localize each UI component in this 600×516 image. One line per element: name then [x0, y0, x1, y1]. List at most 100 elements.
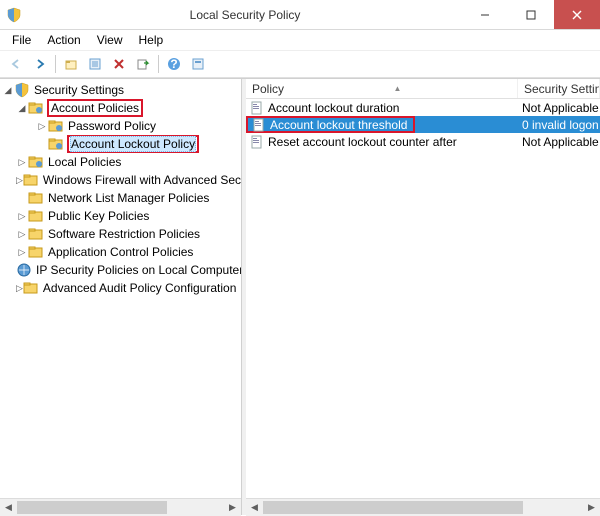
policy-folder-icon: [28, 154, 44, 170]
tree-account-policies[interactable]: ◢ Account Policies: [0, 99, 241, 117]
tree-label: Application Control Policies: [47, 245, 194, 259]
tree-label: Account Policies: [50, 101, 140, 115]
expand-icon[interactable]: ▷: [16, 229, 28, 240]
tree-password-policy[interactable]: ▷ Password Policy: [0, 117, 241, 135]
scroll-right-button[interactable]: ▶: [583, 499, 600, 516]
expand-icon[interactable]: ▷: [36, 121, 48, 132]
collapse-icon[interactable]: ◢: [2, 85, 14, 96]
folder-icon: [28, 226, 44, 242]
tree-root[interactable]: ◢ Security Settings: [0, 81, 241, 99]
properties-button[interactable]: [84, 53, 106, 75]
scroll-left-button[interactable]: ◀: [0, 499, 17, 516]
tree-label: Public Key Policies: [47, 209, 150, 223]
menu-action[interactable]: Action: [39, 31, 88, 49]
tree-local-policies[interactable]: ▷ Local Policies: [0, 153, 241, 171]
app-icon: [6, 7, 22, 23]
menu-file[interactable]: File: [4, 31, 39, 49]
expand-icon[interactable]: ▷: [16, 247, 28, 258]
highlight-box: Account lockout threshold: [246, 116, 415, 133]
minimize-button[interactable]: [462, 0, 508, 29]
policy-value: Not Applicable: [518, 101, 600, 115]
tree-ip-security[interactable]: IP Security Policies on Local Computer: [0, 261, 241, 279]
expand-icon[interactable]: ▷: [16, 283, 23, 294]
tree-label: Account Lockout Policy: [70, 136, 196, 152]
menu-view[interactable]: View: [89, 31, 131, 49]
help-button[interactable]: ?: [163, 53, 185, 75]
tree-public-key[interactable]: ▷ Public Key Policies: [0, 207, 241, 225]
column-policy[interactable]: Policy ▲: [246, 79, 518, 98]
list-row[interactable]: Reset account lockout counter after Not …: [246, 133, 600, 150]
folder-icon: [23, 280, 39, 296]
title-bar: Local Security Policy: [0, 0, 600, 30]
policy-item-icon: [249, 134, 265, 150]
folder-icon: [28, 190, 44, 206]
policy-item-icon: [251, 117, 267, 133]
column-security-setting[interactable]: Security Setting: [518, 79, 600, 98]
tree-label: Windows Firewall with Advanced Security: [42, 173, 241, 187]
main-content: ◢ Security Settings ◢ Account Policies ▷…: [0, 78, 600, 515]
tree-advanced-audit[interactable]: ▷ Advanced Audit Policy Configuration: [0, 279, 241, 297]
policy-item-icon: [249, 100, 265, 116]
collapse-icon[interactable]: ◢: [16, 103, 28, 114]
tree-view[interactable]: ◢ Security Settings ◢ Account Policies ▷…: [0, 79, 241, 498]
window-controls: [462, 0, 600, 29]
expand-icon[interactable]: ▷: [16, 175, 23, 186]
tree-label: Password Policy: [67, 119, 157, 133]
folder-icon: [23, 172, 39, 188]
sort-ascending-icon: ▲: [394, 84, 402, 93]
scroll-track[interactable]: [263, 499, 583, 516]
highlight-box: Account Policies: [47, 99, 143, 117]
scroll-thumb[interactable]: [263, 501, 523, 514]
tree-label: IP Security Policies on Local Computer: [35, 263, 241, 277]
menu-help[interactable]: Help: [131, 31, 172, 49]
up-button[interactable]: [60, 53, 82, 75]
tree-account-lockout-policy[interactable]: Account Lockout Policy: [0, 135, 241, 153]
maximize-button[interactable]: [508, 0, 554, 29]
back-button[interactable]: [5, 53, 27, 75]
column-label: Security Setting: [524, 82, 600, 96]
policy-name: Reset account lockout counter after: [268, 135, 518, 149]
refresh-button[interactable]: [187, 53, 209, 75]
tree-network-list[interactable]: Network List Manager Policies: [0, 189, 241, 207]
scroll-thumb[interactable]: [17, 501, 167, 514]
column-label: Policy: [252, 82, 284, 96]
tree-label: Local Policies: [47, 155, 122, 169]
tree-label: Software Restriction Policies: [47, 227, 201, 241]
folder-icon: [28, 208, 44, 224]
export-button[interactable]: [132, 53, 154, 75]
policy-value: 0 invalid logon attempts: [518, 118, 600, 132]
tree-label: Security Settings: [33, 83, 125, 97]
list-row[interactable]: Account lockout duration Not Applicable: [246, 99, 600, 116]
expand-icon[interactable]: ▷: [16, 211, 28, 222]
window-title: Local Security Policy: [28, 8, 462, 22]
list-horizontal-scrollbar[interactable]: ◀ ▶: [246, 498, 600, 515]
scroll-left-button[interactable]: ◀: [246, 499, 263, 516]
forward-button[interactable]: [29, 53, 51, 75]
tree-label: Advanced Audit Policy Configuration: [42, 281, 237, 295]
highlight-box: Account Lockout Policy: [67, 135, 199, 153]
policy-name: Account lockout duration: [268, 101, 518, 115]
list-header: Policy ▲ Security Setting: [246, 79, 600, 99]
list-body: Account lockout duration Not Applicable …: [246, 99, 600, 498]
delete-button[interactable]: [108, 53, 130, 75]
scroll-track[interactable]: [17, 499, 224, 516]
toolbar-separator: [55, 55, 56, 73]
policy-folder-icon: [48, 118, 64, 134]
expand-icon[interactable]: ▷: [16, 157, 28, 168]
tree-windows-firewall[interactable]: ▷ Windows Firewall with Advanced Securit…: [0, 171, 241, 189]
scroll-right-button[interactable]: ▶: [224, 499, 241, 516]
close-button[interactable]: [554, 0, 600, 29]
list-row[interactable]: Account lockout threshold 0 invalid logo…: [246, 116, 600, 133]
list-pane: Policy ▲ Security Setting Account lockou…: [246, 79, 600, 515]
tree-horizontal-scrollbar[interactable]: ◀ ▶: [0, 498, 241, 515]
tree-software-restriction[interactable]: ▷ Software Restriction Policies: [0, 225, 241, 243]
policy-folder-icon: [28, 100, 44, 116]
ipsec-icon: [16, 262, 32, 278]
tree-app-control[interactable]: ▷ Application Control Policies: [0, 243, 241, 261]
toolbar: ?: [0, 50, 600, 78]
tree-label: Network List Manager Policies: [47, 191, 210, 205]
tree-pane: ◢ Security Settings ◢ Account Policies ▷…: [0, 79, 242, 515]
menu-bar: File Action View Help: [0, 30, 600, 50]
folder-icon: [28, 244, 44, 260]
policy-value: Not Applicable: [518, 135, 600, 149]
